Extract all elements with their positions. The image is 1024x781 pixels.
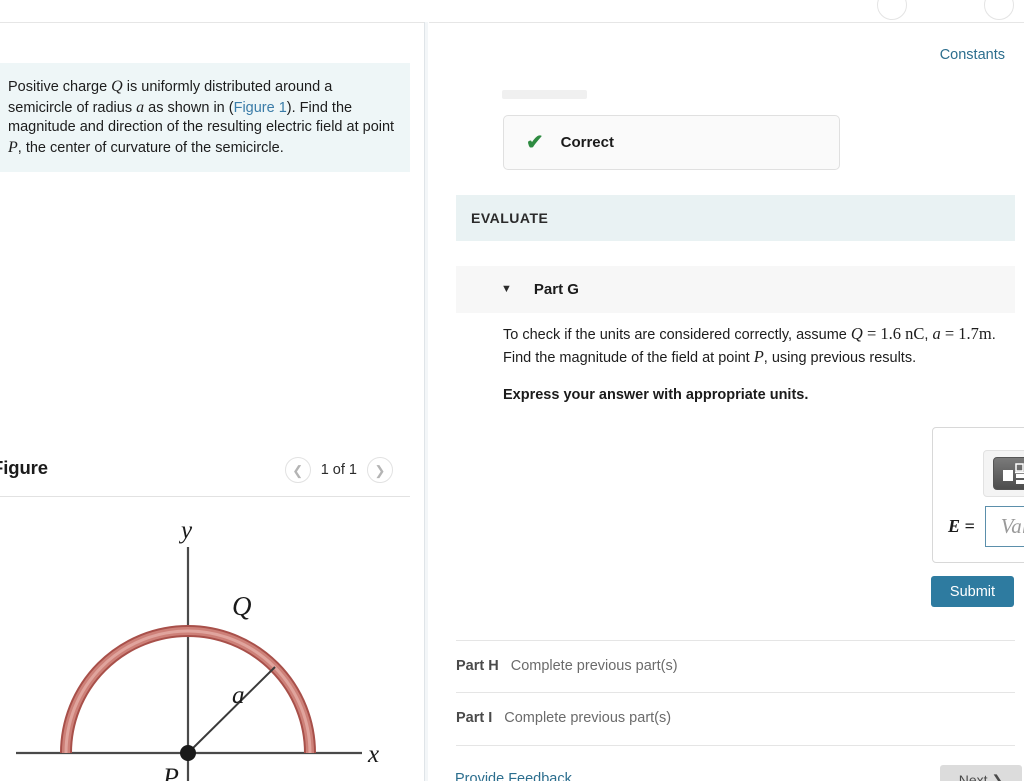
math-toolbar: μÅ: [983, 450, 1024, 497]
placeholder-bar: [502, 90, 587, 99]
part-g-body: To check if the units are considered cor…: [503, 323, 1015, 403]
problem-text-1: Positive charge: [8, 79, 112, 95]
symbol-Q: Q: [111, 78, 123, 95]
part-h-status: Complete previous part(s): [510, 658, 678, 674]
part-h-row[interactable]: Part H Complete previous part(s): [456, 640, 1015, 692]
symbol-P: P: [753, 347, 764, 366]
equals-1: =: [862, 324, 881, 343]
correct-feedback-banner: ✔ Correct: [503, 115, 840, 170]
symbol-a: a: [932, 324, 941, 343]
next-label: Next: [958, 772, 988, 781]
answer-instruction: Express your answer with appropriate uni…: [503, 387, 809, 403]
page-root: Positive charge Q is uniformly distribut…: [0, 0, 1024, 781]
figure-header: Figure ❮ 1 of 1 ❯: [0, 448, 410, 496]
problem-text-5: , the center of curvature of the semicir…: [17, 139, 284, 156]
svg-text:a: a: [232, 682, 245, 709]
q-text-4: , using previous results.: [763, 350, 917, 366]
next-button[interactable]: Next ❯: [940, 765, 1022, 781]
answer-panel: Constants ✔ Correct EVALUATE ▼ Part G To…: [429, 22, 1024, 781]
window-top-controls: [0, 0, 1024, 20]
evaluate-section-header: EVALUATE: [456, 195, 1015, 241]
svg-text:x: x: [367, 741, 379, 768]
q-text-1: To check if the units are considered cor…: [503, 327, 851, 343]
caret-down-icon[interactable]: ▼: [501, 284, 512, 295]
math-template-icon[interactable]: [993, 457, 1024, 490]
constants-link[interactable]: Constants: [940, 47, 1005, 63]
symbol-P: P: [8, 138, 18, 156]
figure-divider: [0, 496, 410, 497]
figure-navigation: ❮ 1 of 1 ❯: [284, 457, 393, 483]
figure-counter: 1 of 1: [320, 462, 357, 478]
answer-input-row: E = Value Units: [948, 506, 1024, 547]
evaluate-label: EVALUATE: [471, 210, 549, 226]
part-i-row[interactable]: Part I Complete previous part(s): [456, 692, 1015, 744]
provide-feedback-link[interactable]: Provide Feedback: [455, 771, 572, 781]
symbol-Q: Q: [850, 324, 863, 343]
value-Q: 1.6 nC: [880, 324, 925, 343]
part-g-question: To check if the units are considered cor…: [503, 323, 1015, 369]
problem-statement: Positive charge Q is uniformly distribut…: [0, 63, 410, 172]
part-h-label: Part H: [456, 658, 499, 674]
part-i-status: Complete previous part(s): [504, 710, 672, 726]
part-g-label: Part G: [533, 281, 579, 298]
part-g-header[interactable]: ▼ Part G: [456, 266, 1015, 313]
value-a: 1.7m: [958, 324, 992, 343]
submit-button[interactable]: Submit: [931, 576, 1014, 607]
svg-text:y: y: [178, 517, 193, 544]
check-icon: ✔: [526, 131, 544, 154]
symbol-a: a: [136, 98, 145, 116]
chevron-right-icon: ❯: [991, 771, 1004, 781]
top-circle-button-2[interactable]: [984, 0, 1014, 20]
field-equals-label: E =: [948, 516, 975, 536]
figure-diagram: y x Q a P: [0, 505, 420, 781]
problem-text-3: as shown in (: [144, 99, 234, 116]
semicircle-charge-diagram: y x Q a P: [16, 517, 379, 781]
answer-entry-box: μÅ: [932, 427, 1024, 563]
equals-2: =: [940, 324, 959, 343]
value-input[interactable]: Value: [984, 506, 1024, 547]
figure-1-link[interactable]: Figure 1: [234, 100, 287, 116]
part-i-label: Part I: [456, 710, 493, 726]
svg-text:P: P: [162, 763, 179, 781]
figure-title: Figure: [0, 457, 48, 478]
chevron-right-icon[interactable]: ❯: [367, 457, 393, 483]
chevron-left-icon[interactable]: ❮: [284, 457, 311, 483]
svg-text:Q: Q: [232, 591, 252, 621]
correct-label: Correct: [560, 134, 614, 151]
panel-divider-shadow: [425, 22, 428, 781]
top-circle-button-1[interactable]: [877, 0, 907, 20]
problem-panel: Positive charge Q is uniformly distribut…: [0, 22, 424, 781]
divider-3: [456, 745, 1015, 746]
